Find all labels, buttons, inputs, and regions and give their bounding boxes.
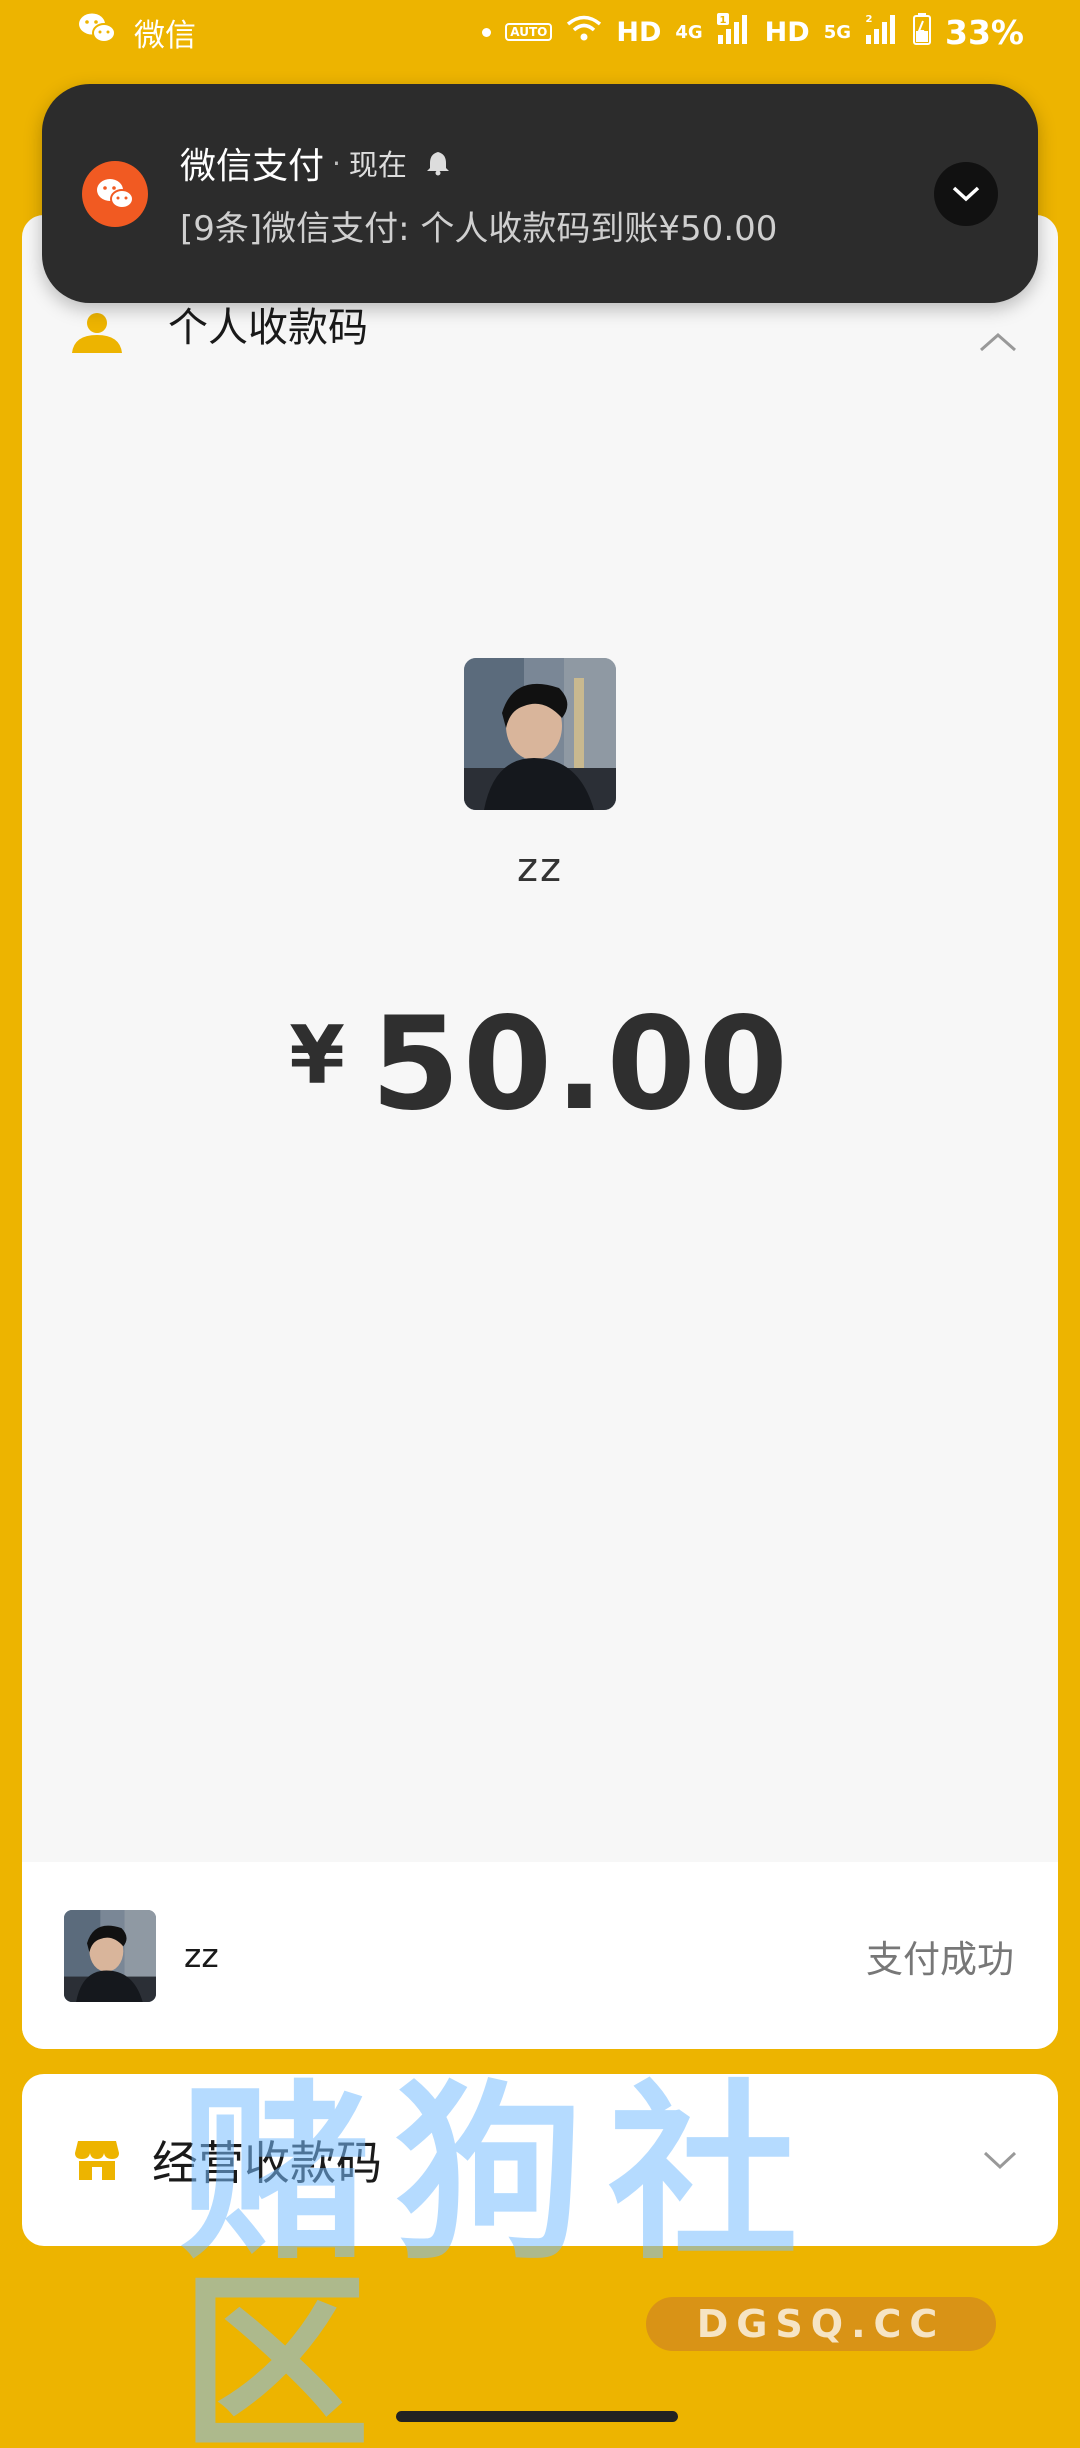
svg-text:2: 2 — [866, 14, 873, 25]
business-code-title: 经营收款码 — [152, 2136, 382, 2190]
payer-name: zz — [517, 845, 563, 891]
store-icon — [74, 2139, 120, 2181]
notification-time: 现在 — [348, 148, 407, 182]
notification-dot-icon — [482, 27, 492, 37]
person-icon — [70, 313, 124, 353]
status-bar: 微信 AUTO HD 4G 1 HD 5G 2 33% — [0, 0, 1080, 64]
network-5g-label: 5G — [823, 21, 851, 43]
hd-label-2: HD — [764, 16, 810, 48]
status-app-label: 微信 — [134, 17, 196, 54]
notification-app-name: 微信支付 — [180, 146, 325, 187]
expand-notification-button[interactable] — [934, 161, 998, 226]
wechat-pay-icon — [82, 160, 148, 227]
notification-banner[interactable]: 微信支付 · 现在 [9条]微信支付: 个人收款码到账¥50.00 — [42, 84, 1038, 303]
home-indicator[interactable] — [396, 2411, 678, 2422]
chevron-up-icon[interactable] — [978, 331, 1018, 353]
notification-text: 微信支付 · 现在 [9条]微信支付: 个人收款码到账¥50.00 — [180, 137, 777, 250]
notification-separator: · — [332, 146, 341, 180]
payment-status: 支付成功 — [866, 1937, 1014, 1981]
business-code-card[interactable]: 经营收款码 — [22, 2074, 1058, 2246]
signal-icon-2: 2 — [865, 13, 899, 52]
amount-value: 50.00 — [370, 990, 791, 1139]
payment-code-card: 个人收款码 zz ¥ 50.00 zz 支付成功 — [22, 215, 1058, 2049]
amount-display: ¥ 50.00 — [22, 990, 1058, 1139]
payer-avatar — [464, 658, 616, 810]
payment-result-row[interactable]: zz 支付成功 — [22, 1862, 1058, 2049]
wechat-icon — [78, 12, 116, 52]
chevron-down-icon[interactable] — [982, 2150, 1018, 2170]
svg-text:1: 1 — [719, 15, 726, 26]
auto-brightness-icon: AUTO — [505, 23, 553, 41]
result-avatar — [64, 1909, 156, 2002]
signal-icon-1: 1 — [716, 12, 751, 52]
wifi-icon — [566, 14, 602, 51]
network-4g-label: 4G — [675, 21, 703, 43]
notification-body: [9条]微信支付: 个人收款码到账¥50.00 — [180, 209, 778, 249]
bell-icon — [425, 150, 451, 176]
card-title: 个人收款码 — [168, 305, 368, 351]
battery-percent: 33% — [945, 12, 1024, 52]
result-payer-name: zz — [184, 1936, 219, 1975]
hd-label-1: HD — [616, 16, 662, 48]
currency-symbol: ¥ — [289, 1009, 345, 1102]
battery-icon — [913, 12, 931, 52]
watermark-url: DGSQ.CC — [646, 2297, 996, 2351]
